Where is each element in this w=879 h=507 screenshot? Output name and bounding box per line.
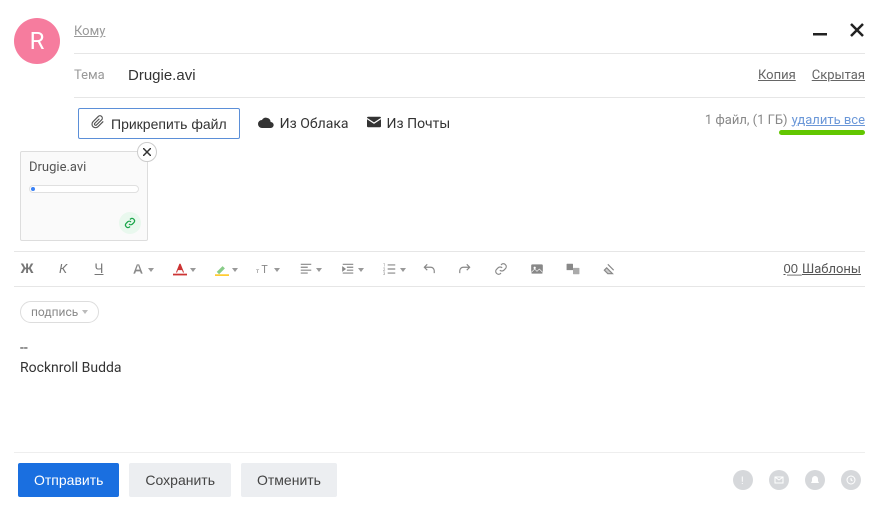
undo-button[interactable] xyxy=(420,260,438,278)
minimize-button[interactable] xyxy=(811,21,829,43)
attach-status: 1 файл, (1 ГБ) удалить все xyxy=(705,113,865,135)
to-input[interactable] xyxy=(128,23,799,40)
subject-label: Тема xyxy=(74,68,116,83)
cc-link[interactable]: Копия xyxy=(758,68,796,83)
highlight-button[interactable] xyxy=(210,260,234,278)
to-label[interactable]: Кому xyxy=(74,24,116,39)
attach-from-cloud-label: Из Облака xyxy=(280,116,349,132)
svg-text:т: т xyxy=(256,267,260,275)
schedule-icon[interactable] xyxy=(841,470,861,490)
subject-input[interactable] xyxy=(128,67,746,84)
importance-icon[interactable]: ! xyxy=(733,470,753,490)
attachment-filename: Drugie.avi xyxy=(29,160,139,175)
attachment-card: Drugie.avi xyxy=(20,151,148,241)
to-field-row: Кому xyxy=(74,10,865,54)
attach-file-button[interactable]: Прикрепить файл xyxy=(78,108,240,139)
link-button[interactable] xyxy=(492,260,510,278)
svg-text:!: ! xyxy=(741,476,744,485)
templates-label: Шаблоны xyxy=(802,262,861,277)
subject-field-row: Тема Копия Скрытая xyxy=(74,54,865,98)
signature-selector[interactable]: подпись xyxy=(20,301,99,323)
close-button[interactable] xyxy=(849,22,865,42)
paperclip-icon xyxy=(91,115,105,132)
svg-text:Т: Т xyxy=(261,263,268,276)
list-button[interactable]: 123 xyxy=(378,260,402,278)
redo-button[interactable] xyxy=(456,260,474,278)
message-body[interactable]: подпись -- Rocknroll Budda xyxy=(14,287,865,452)
notify-icon[interactable] xyxy=(805,470,825,490)
mail-icon xyxy=(367,116,381,132)
save-button[interactable]: Сохранить xyxy=(129,463,231,497)
footer: Отправить Сохранить Отменить ! xyxy=(14,452,865,507)
link-icon xyxy=(119,212,141,234)
indent-button[interactable] xyxy=(336,260,360,278)
cloud-icon xyxy=(258,116,274,132)
avatar: R xyxy=(14,18,60,64)
attach-file-label: Прикрепить файл xyxy=(111,116,227,132)
attach-from-mail-label: Из Почты xyxy=(387,116,451,132)
templates-link[interactable]: 0̲0̲ Шаблоны xyxy=(784,261,861,277)
font-size-button[interactable]: тТ xyxy=(252,260,276,278)
underline-button[interactable]: Ч xyxy=(90,260,108,278)
text-color-button[interactable] xyxy=(168,260,192,278)
editor-toolbar: Ж К Ч тТ 123 xyxy=(14,251,865,287)
clear-format-button[interactable] xyxy=(600,260,618,278)
attachment-remove-button[interactable] xyxy=(137,142,157,162)
svg-text:3: 3 xyxy=(383,271,386,276)
signature-text: -- Rocknroll Budda xyxy=(20,339,859,378)
receipt-icon[interactable] xyxy=(769,470,789,490)
send-button[interactable]: Отправить xyxy=(18,463,119,497)
templates-icon: 0̲0̲ xyxy=(784,261,798,277)
signature-chip-label: подпись xyxy=(31,305,78,319)
italic-button[interactable]: К xyxy=(54,260,72,278)
font-family-button[interactable] xyxy=(126,260,150,278)
cancel-button[interactable]: Отменить xyxy=(241,463,337,497)
attach-from-cloud[interactable]: Из Облака xyxy=(258,116,349,132)
attachment-progress xyxy=(29,185,139,193)
bold-button[interactable]: Ж xyxy=(18,260,36,278)
attach-count-label: 1 файл, (1 ГБ) xyxy=(705,113,788,128)
attach-from-mail[interactable]: Из Почты xyxy=(367,116,451,132)
translate-button[interactable] xyxy=(564,260,582,278)
upload-progress-bar xyxy=(779,130,865,135)
image-button[interactable] xyxy=(528,260,546,278)
bcc-link[interactable]: Скрытая xyxy=(812,68,865,83)
align-button[interactable] xyxy=(294,260,318,278)
remove-all-link[interactable]: удалить все xyxy=(792,113,865,128)
